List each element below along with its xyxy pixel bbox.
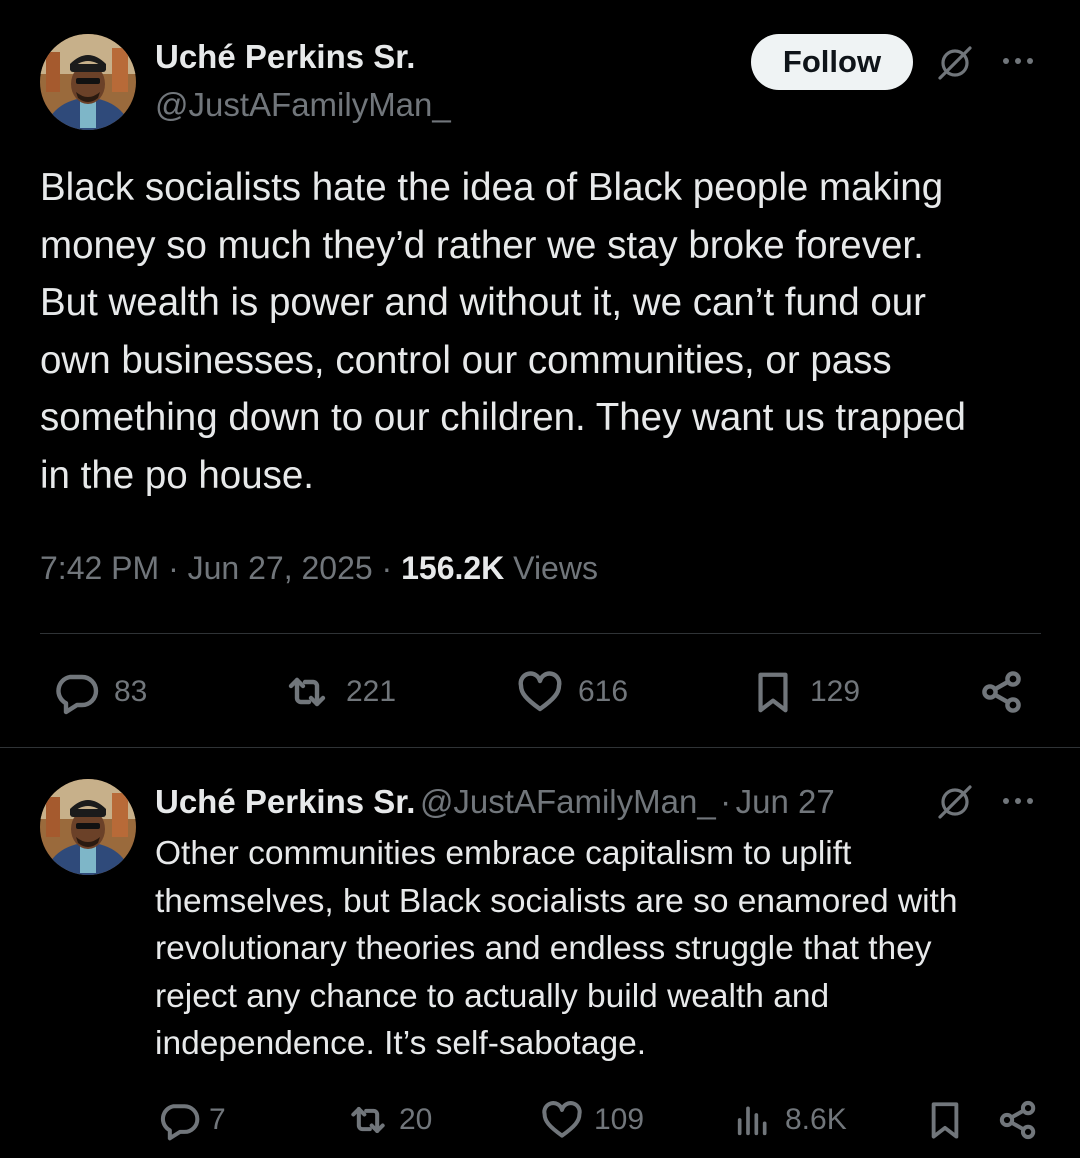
more-icon[interactable] [1000,50,1038,77]
views-label: Views [513,550,598,586]
divider [0,747,1080,748]
more-icon[interactable] [1000,790,1038,817]
share-icon [982,671,1021,713]
tweet-text-line: something down to our children. They wan… [40,396,966,439]
meta-separator: · [720,783,732,820]
like-count: 109 [594,1103,645,1136]
author-handle[interactable]: @JustAFamilyMan_ [155,86,451,124]
bookmark-button[interactable]: 129 [750,668,860,716]
views-count: 8.6K [785,1103,847,1136]
reply-text-line: Other communities embrace capitalism to … [155,835,852,872]
grok-icon[interactable] [934,781,976,828]
repost-icon [288,677,326,707]
reply-text-line: reject any chance to actually build weal… [155,977,830,1015]
views-count: 156.2K [401,550,505,586]
repost-button[interactable]: 221 [282,668,396,716]
tweet-date[interactable]: Jun 27, 2025 [188,550,373,586]
meta-separator: · [168,550,179,586]
like-button[interactable]: 616 [516,668,628,716]
reply-text-line: independence. It’s self-sabotage. [155,1025,647,1062]
reply-count: 7 [209,1103,226,1136]
avatar[interactable] [40,34,136,130]
bookmark-icon [758,672,788,713]
avatar[interactable] [40,779,136,875]
views-icon [737,1106,767,1136]
tweet-text: Black socialists hate the idea of Black … [40,159,1050,504]
repost-button[interactable]: 20 [345,1098,432,1142]
reply-text: Other communities embrace capitalism to … [155,830,1055,1068]
like-icon [542,1101,582,1138]
share-button[interactable] [978,668,1026,721]
like-icon [518,671,562,712]
like-button[interactable]: 109 [540,1098,644,1142]
repost-count: 20 [399,1103,433,1136]
views-button[interactable]: 8.6K [733,1098,847,1142]
tweet-text-line: money so much they’d rather we stay brok… [40,223,924,267]
author-handle[interactable]: @JustAFamilyMan_ [420,783,716,820]
reply-button[interactable]: 83 [52,668,147,716]
reply-text-line: revolutionary theories and endless strug… [155,930,932,967]
repost-count: 221 [346,675,397,708]
bookmark-count: 129 [810,675,861,708]
author-name[interactable]: Uché Perkins Sr. [155,38,415,76]
bookmark-button[interactable] [924,1098,966,1147]
reply-text-line: themselves, but Black socialists are so … [155,882,958,920]
share-button[interactable] [996,1098,1040,1147]
tweet-text-line: own businesses, control our communities,… [40,338,892,382]
meta-separator: · [381,550,393,586]
tweet-text-line: in the po house. [40,453,314,497]
reply-icon [160,1104,200,1141]
share-icon [999,1100,1036,1140]
tweet-text-line: But wealth is power and without it, we c… [40,281,926,324]
grok-icon[interactable] [934,42,976,89]
repost-icon [351,1106,385,1134]
tweet-date[interactable]: Jun 27 [736,783,835,820]
reply-header: Uché Perkins Sr. @JustAFamilyMan_ · Jun … [155,783,835,821]
reply-button[interactable]: 7 [157,1098,226,1142]
like-count: 616 [578,675,629,708]
reply-count: 83 [114,675,148,708]
divider [40,633,1041,634]
author-name[interactable]: Uché Perkins Sr. [155,783,415,820]
reply-icon [56,674,99,715]
follow-button[interactable]: Follow [751,34,913,90]
tweet-meta: 7:42 PM · Jun 27, 2025 · 156.2K Views [40,550,598,587]
bookmark-icon [931,1102,959,1139]
tweet-text-line: Black socialists hate the idea of Black … [40,166,944,209]
tweet-time[interactable]: 7:42 PM [40,550,159,586]
